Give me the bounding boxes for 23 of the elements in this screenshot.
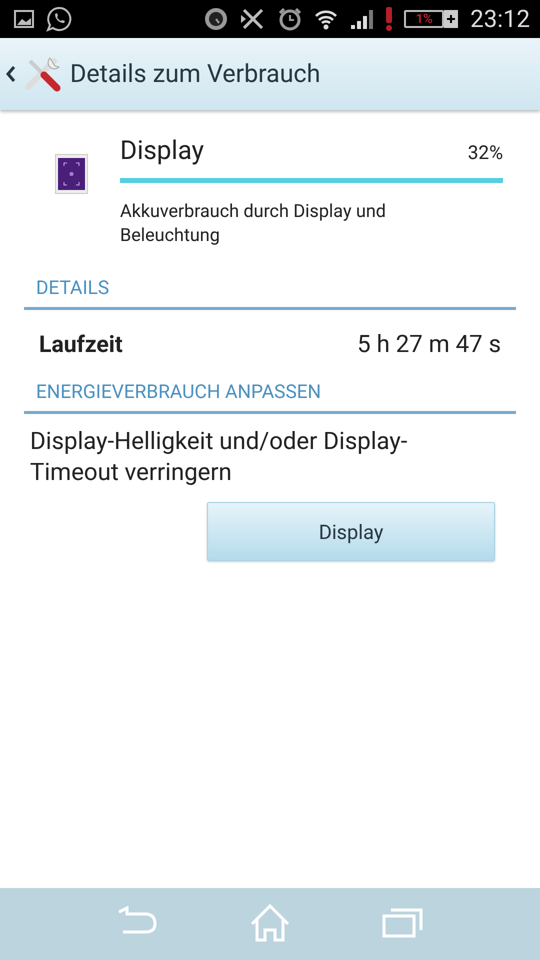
signal-icon	[350, 8, 374, 30]
tools-icon	[24, 55, 62, 93]
detail-value: 5 h 27 m 47 s	[357, 330, 501, 358]
display-app-icon	[55, 154, 88, 194]
display-settings-button[interactable]: Display	[207, 502, 495, 561]
back-icon[interactable]	[6, 65, 16, 83]
usage-percent: 32%	[468, 141, 503, 164]
charging-plus-icon	[444, 10, 458, 28]
battery-text: 1%	[416, 12, 433, 26]
warning-icon	[386, 7, 392, 31]
detail-label: Laufzeit	[39, 330, 123, 358]
gauge-icon	[204, 7, 228, 31]
gallery-icon	[14, 10, 34, 28]
app-name: Display	[120, 136, 204, 166]
adjust-hint: Display-Helligkeit und/oder Display-Timeout verringern	[29, 426, 408, 488]
usage-description: Akkuverbrauch durch Display und Beleuchtung	[120, 200, 387, 248]
section-header: DETAILS	[24, 262, 516, 310]
section-header: ENERGIEVERBRAUCH ANPASSEN	[24, 366, 516, 414]
chat-icon	[46, 6, 72, 32]
wifi-icon	[314, 8, 338, 30]
alarm-clock-icon	[278, 7, 302, 31]
screen-title: Details zum Verbrauch	[70, 60, 320, 88]
clock-time: 23:12	[470, 5, 530, 33]
